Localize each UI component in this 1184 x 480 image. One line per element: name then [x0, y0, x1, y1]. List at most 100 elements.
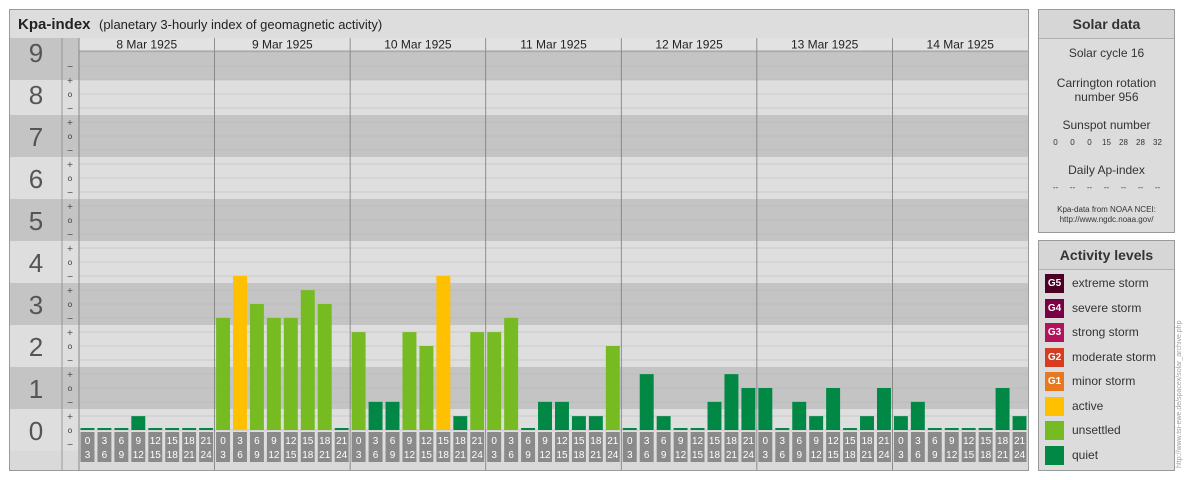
legend-swatch: G1: [1045, 372, 1064, 391]
sunspot-value: 28: [1119, 138, 1128, 147]
ap-index-value: --: [1069, 183, 1076, 192]
y-minor-label: o: [68, 258, 73, 267]
y-minor-label: o: [68, 384, 73, 393]
ap-index-value: --: [1103, 183, 1110, 192]
interval-end-label: 18: [438, 450, 450, 461]
kp-bar: [843, 428, 858, 430]
interval-start-label: 15: [302, 436, 314, 447]
y-tick-label: 6: [29, 164, 43, 194]
y-tick-label: 4: [29, 248, 43, 278]
interval-start-label: 9: [271, 436, 277, 447]
kp-bar: [893, 416, 908, 430]
interval-start-label: 18: [861, 436, 873, 447]
interval-end-label: 24: [472, 450, 484, 461]
y-minor-label: −: [67, 104, 74, 113]
interval-end-label: 3: [763, 450, 769, 461]
interval-start-label: 21: [201, 436, 213, 447]
interval-end-label: 6: [508, 450, 514, 461]
legend-swatch: G4: [1045, 298, 1064, 318]
kp-bar: [758, 388, 773, 430]
activity-levels-panel: Activity levels G5 extreme storm G4 severe …: [1038, 240, 1175, 471]
legend-label: quiet: [1072, 447, 1099, 462]
interval-end-label: 3: [627, 450, 633, 461]
y-minor-label: o: [68, 300, 73, 309]
interval-end-label: 15: [285, 450, 297, 461]
kp-bar: [690, 428, 705, 430]
y-minor-label: −: [67, 398, 74, 407]
kp-bar: [266, 317, 281, 430]
interval-start-label: 15: [167, 436, 179, 447]
y-tick-label: 9: [29, 38, 43, 68]
interval-start-label: 3: [915, 436, 921, 447]
y-minor-label: o: [68, 132, 73, 141]
day-label: 12 Mar 1925: [655, 38, 723, 52]
interval-end-label: 9: [119, 450, 125, 461]
interval-end-label: 3: [898, 450, 904, 461]
sunspot-values: 0 0 0 15 28 28 32: [1039, 138, 1174, 147]
day-label: 13 Mar 1925: [791, 38, 859, 52]
ap-index-label: Daily Ap-index: [1068, 163, 1145, 177]
y-tick-label: 8: [29, 80, 43, 110]
interval-start-label: 3: [644, 436, 650, 447]
interval-start-label: 0: [491, 436, 497, 447]
interval-start-label: 12: [692, 436, 704, 447]
day-label: 11 Mar 1925: [520, 38, 587, 52]
y-minor-label: −: [67, 230, 74, 239]
interval-end-label: 15: [421, 450, 433, 461]
kp-bar: [402, 332, 417, 430]
legend-swatch: G2: [1045, 347, 1064, 367]
interval-start-label: 6: [525, 436, 531, 447]
y-minor-label: +: [67, 76, 74, 85]
interval-end-label: 21: [997, 450, 1009, 461]
interval-end-label: 18: [302, 450, 314, 461]
interval-start-label: 3: [779, 436, 785, 447]
interval-end-label: 21: [184, 450, 196, 461]
interval-start-label: 6: [119, 436, 125, 447]
kp-bar: [910, 401, 925, 430]
interval-end-label: 15: [150, 450, 162, 461]
y-minor-label: −: [67, 272, 74, 281]
y-minor-label: o: [68, 426, 73, 435]
carrington-rotation-number: number 956: [1074, 90, 1139, 104]
interval-end-label: 6: [644, 450, 650, 461]
kp-bar: [80, 428, 95, 430]
interval-start-label: 0: [220, 436, 226, 447]
y-minor-label: +: [67, 202, 74, 211]
legend-label: strong storm: [1072, 325, 1139, 339]
y-minor-label: −: [67, 440, 74, 449]
ap-index-value: --: [1052, 183, 1059, 192]
y-minor-label: −: [67, 188, 74, 197]
legend-label: extreme storm: [1072, 276, 1149, 290]
interval-start-label: 21: [607, 436, 619, 447]
interval-end-label: 3: [356, 450, 362, 461]
ap-index-values: -- -- -- -- -- -- --: [1039, 183, 1174, 192]
interval-start-label: 0: [627, 436, 633, 447]
day-label: 8 Mar 1925: [116, 38, 177, 52]
interval-start-label: 21: [1014, 436, 1026, 447]
interval-end-label: 6: [779, 450, 785, 461]
interval-end-label: 12: [539, 450, 551, 461]
interval-start-label: 9: [136, 436, 142, 447]
kp-bar: [656, 416, 671, 430]
kpa-chart-panel: Kpa-index (planetary 3-hourly index of g…: [9, 9, 1029, 471]
interval-end-label: 21: [861, 450, 873, 461]
interval-start-label: 18: [319, 436, 331, 447]
y-tick-label: 7: [29, 122, 43, 152]
interval-end-label: 15: [692, 450, 704, 461]
interval-start-label: 9: [949, 436, 955, 447]
sunspot-value: 28: [1136, 138, 1145, 147]
interval-start-label: 12: [963, 436, 975, 447]
kp-bar: [436, 275, 451, 430]
interval-start-label: 15: [573, 436, 585, 447]
interval-start-label: 15: [438, 436, 450, 447]
interval-start-label: 6: [932, 436, 938, 447]
y-minor-label: +: [67, 286, 74, 295]
interval-end-label: 3: [220, 450, 226, 461]
y-tick-label: 5: [29, 206, 43, 236]
interval-end-label: 9: [390, 450, 396, 461]
interval-start-label: 18: [590, 436, 602, 447]
y-minor-label: −: [67, 356, 74, 365]
legend-label: severe storm: [1072, 300, 1142, 315]
interval-start-label: 15: [709, 436, 721, 447]
interval-start-label: 18: [997, 436, 1009, 447]
